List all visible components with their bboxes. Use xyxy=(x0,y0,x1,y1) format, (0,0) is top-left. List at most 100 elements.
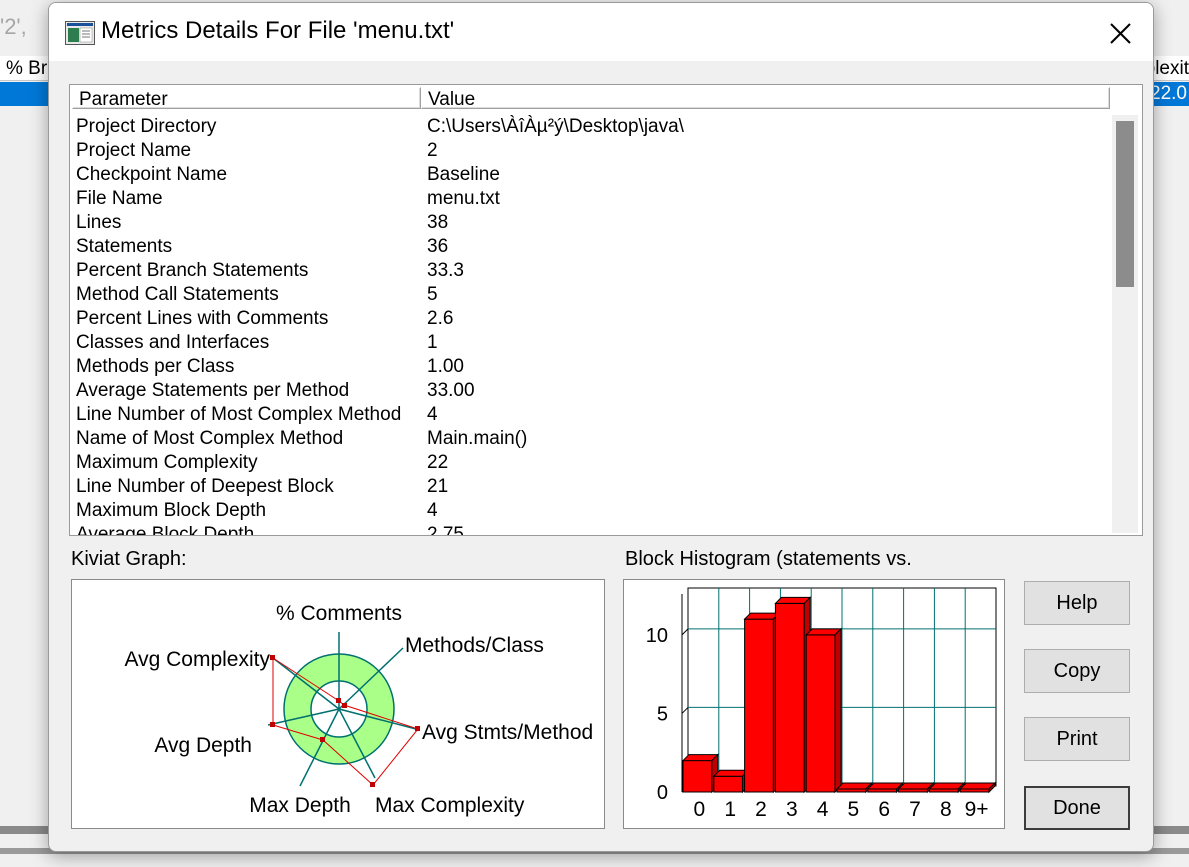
x-tick-label: 8 xyxy=(940,798,952,821)
row-value: 4 xyxy=(427,404,438,425)
print-button[interactable]: Print xyxy=(1024,717,1130,761)
axis-label-avg-stmts: Avg Stmts/Method xyxy=(422,721,593,744)
row-parameter: Classes and Interfaces xyxy=(76,332,270,353)
histogram-bar-side xyxy=(834,627,842,794)
table-row[interactable]: Name of Most Complex Method Main.main() xyxy=(76,427,1106,451)
table-row[interactable]: Maximum Block Depth 4 xyxy=(76,499,1106,523)
table-row[interactable]: Lines 38 xyxy=(76,211,1106,235)
histogram-bar xyxy=(774,602,805,793)
block-histogram-label: Block Histogram (statements vs. xyxy=(625,548,912,570)
row-value: 2 xyxy=(427,140,438,161)
row-parameter: Lines xyxy=(76,212,122,233)
metrics-details-dialog: Metrics Details For File 'menu.txt' Para… xyxy=(48,2,1154,852)
column-header-parameter[interactable]: Parameter xyxy=(72,87,421,110)
table-row[interactable]: Methods per Class 1.00 xyxy=(76,355,1106,379)
row-value: 1 xyxy=(427,332,438,353)
x-tick-label: 3 xyxy=(786,798,798,821)
row-value: Baseline xyxy=(427,164,500,185)
x-tick-label: 7 xyxy=(909,798,921,821)
table-row[interactable]: Line Number of Deepest Block 21 xyxy=(76,475,1106,499)
axis-label-max-depth: Max Depth xyxy=(249,794,351,817)
row-parameter: Project Name xyxy=(76,140,192,161)
x-tick-label: 5 xyxy=(848,798,860,821)
axis-label-max-complexity: Max Complexity xyxy=(375,794,525,817)
x-tick-label: 4 xyxy=(817,798,829,821)
kiviat-svg: % Comments Methods/Class Avg Stmts/Metho… xyxy=(124,602,593,817)
row-value: 1.00 xyxy=(427,356,464,377)
scrollbar-thumb[interactable] xyxy=(1116,121,1134,287)
table-row[interactable]: Maximum Complexity 22 xyxy=(76,451,1106,475)
app-icon xyxy=(65,21,95,45)
row-parameter: Percent Branch Statements xyxy=(76,260,309,281)
table-row[interactable]: Percent Branch Statements 33.3 xyxy=(76,259,1106,283)
table-row[interactable]: Average Statements per Method 33.00 xyxy=(76,379,1106,403)
x-tick-label: 1 xyxy=(724,798,736,821)
row-parameter: File Name xyxy=(76,188,163,209)
copy-button[interactable]: Copy xyxy=(1024,649,1130,693)
histogram-bar xyxy=(682,760,713,793)
table-row[interactable]: Line Number of Most Complex Method 4 xyxy=(76,403,1106,427)
y-tick-label: 10 xyxy=(646,625,668,647)
histogram-tick xyxy=(681,628,689,636)
histogram-svg: 05100 1 2 3 4 5 6 7 8 9+ xyxy=(646,587,997,821)
row-value: 5 xyxy=(427,284,438,305)
row-value: 33.00 xyxy=(427,380,475,401)
row-parameter: Statements xyxy=(76,236,173,257)
row-value: 36 xyxy=(427,236,449,257)
row-parameter: Average Statements per Method xyxy=(76,380,350,401)
row-parameter: Checkpoint Name xyxy=(76,164,228,185)
table-vertical-scrollbar[interactable] xyxy=(1112,115,1138,533)
y-tick-label: 5 xyxy=(657,703,668,725)
row-value: 2.75 xyxy=(427,524,464,536)
dialog-title: Metrics Details For File 'menu.txt' xyxy=(101,17,455,44)
table-row[interactable]: Method Call Statements 5 xyxy=(76,283,1106,307)
histogram-bar xyxy=(713,775,744,793)
axis-label-avg-complexity: Avg Complexity xyxy=(124,648,270,671)
axis-label-avg-depth: Avg Depth xyxy=(154,734,252,757)
x-tick-label: 0 xyxy=(694,798,706,821)
table-row[interactable]: Classes and Interfaces 1 xyxy=(76,331,1106,355)
row-value: 38 xyxy=(427,212,449,233)
table-row[interactable]: Average Block Depth 2.75 xyxy=(76,523,1106,536)
row-value: 22 xyxy=(427,452,449,473)
row-parameter: Name of Most Complex Method xyxy=(76,428,344,449)
axis-label-comments: % Comments xyxy=(276,602,402,625)
row-parameter: Line Number of Deepest Block xyxy=(76,476,334,497)
table-row[interactable]: File Name menu.txt xyxy=(76,187,1106,211)
row-parameter: Percent Lines with Comments xyxy=(76,308,329,329)
axis-label-methods-class: Methods/Class xyxy=(405,634,544,657)
table-row[interactable]: Statements 36 xyxy=(76,235,1106,259)
row-value: 4 xyxy=(427,500,438,521)
column-header-value[interactable]: Value xyxy=(421,87,1110,110)
row-parameter: Maximum Block Depth xyxy=(76,500,267,521)
background-selected-row-value: 22.0 xyxy=(1150,83,1187,104)
histogram-bar xyxy=(744,618,774,793)
row-parameter: Line Number of Most Complex Method xyxy=(76,404,402,425)
metrics-table: Parameter Value Project Directory C:\User… xyxy=(69,84,1143,536)
table-row[interactable]: Project Name 2 xyxy=(76,139,1106,163)
row-value: 2.6 xyxy=(427,308,454,329)
dialog-titlebar[interactable]: Metrics Details For File 'menu.txt' xyxy=(49,3,1153,61)
row-value: 33.3 xyxy=(427,260,464,281)
x-tick-label: 9+ xyxy=(965,798,989,821)
y-tick-label: 0 xyxy=(657,782,668,804)
row-parameter: Average Block Depth xyxy=(76,524,255,536)
table-row[interactable]: Checkpoint Name Baseline xyxy=(76,163,1106,187)
table-header: Parameter Value xyxy=(72,87,1110,111)
histogram-bar xyxy=(805,634,836,793)
kiviat-graph-label: Kiviat Graph: xyxy=(71,548,187,570)
row-value: C:\Users\ÀîÀµ²ý\Desktop\java\ xyxy=(427,116,684,137)
background-column-header-left: % Br xyxy=(6,58,48,79)
help-button[interactable]: Help xyxy=(1024,581,1130,625)
kiviat-graph: % Comments Methods/Class Avg Stmts/Metho… xyxy=(71,579,605,829)
table-body: Project Directory C:\Users\ÀîÀµ²ý\Desktop… xyxy=(76,115,1106,536)
block-histogram: 0 5 10 0 1 2 3 4 5 6 7 8 9+ xyxy=(623,579,1005,829)
table-row[interactable]: Percent Lines with Comments 2.6 xyxy=(76,307,1106,331)
done-button[interactable]: Done xyxy=(1024,786,1130,830)
background-text: '2', xyxy=(0,14,27,39)
table-row[interactable]: Project Directory C:\Users\ÀîÀµ²ý\Desktop… xyxy=(76,115,1106,139)
x-tick-label: 6 xyxy=(878,798,890,821)
close-icon[interactable] xyxy=(1101,15,1139,51)
row-value: Main.main() xyxy=(427,428,528,449)
row-parameter: Method Call Statements xyxy=(76,284,279,305)
